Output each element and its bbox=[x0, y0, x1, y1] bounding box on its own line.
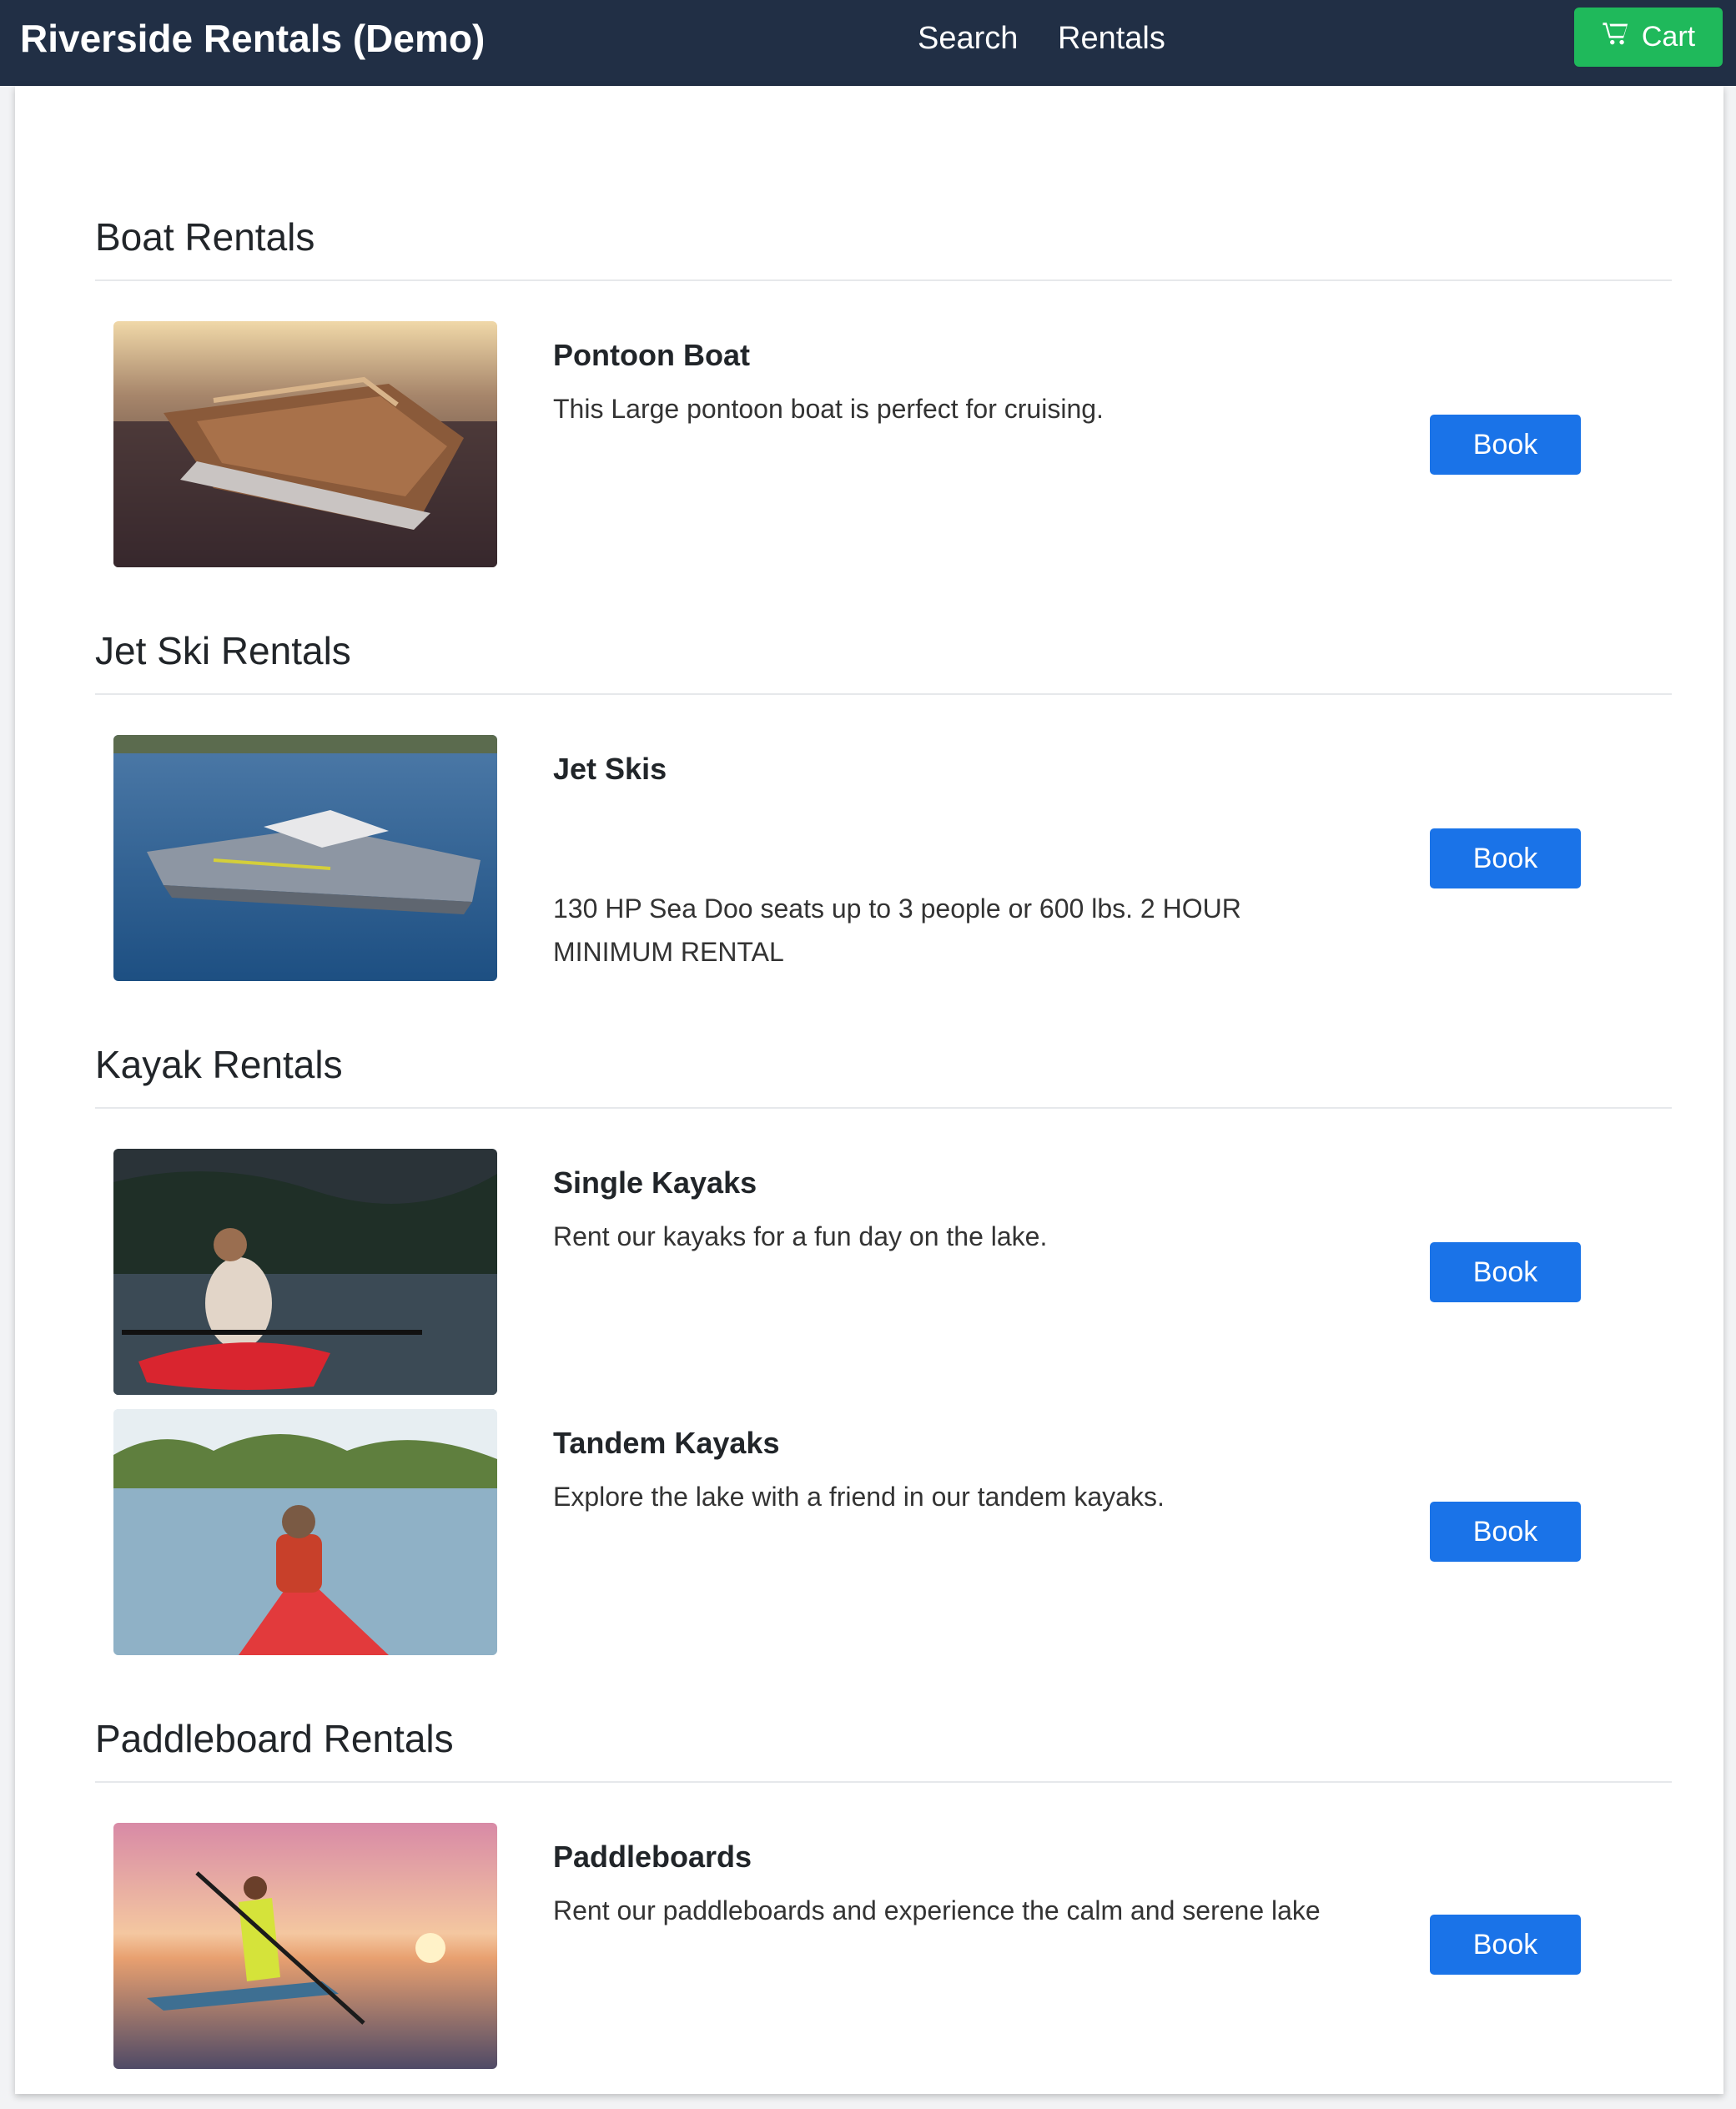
item-title-paddleboards: Paddleboards bbox=[553, 1840, 752, 1874]
item-title-tandem-kayaks: Tandem Kayaks bbox=[553, 1426, 780, 1460]
book-button-pontoon-boat[interactable]: Book bbox=[1430, 415, 1581, 475]
book-button-tandem-kayaks[interactable]: Book bbox=[1430, 1502, 1581, 1562]
rentals-list-card: Boat Rentals Pontoon Boat This Large pon… bbox=[15, 86, 1723, 2094]
section-title-paddleboard: Paddleboard Rentals bbox=[95, 1717, 454, 1760]
nav-link-search[interactable]: Search bbox=[918, 18, 1018, 59]
cart-label: Cart bbox=[1641, 21, 1696, 53]
navbar: Riverside Rentals (Demo) Search Rentals … bbox=[0, 0, 1736, 86]
single-kayak-photo bbox=[113, 1149, 497, 1395]
item-description-tandem-kayaks: Explore the lake with a friend in our ta… bbox=[553, 1482, 1165, 1512]
section-title-jet-ski: Jet Ski Rentals bbox=[95, 629, 351, 672]
book-button-paddleboards[interactable]: Book bbox=[1430, 1915, 1581, 1975]
nav-link-rentals[interactable]: Rentals bbox=[1058, 18, 1165, 59]
cart-button[interactable]: Cart bbox=[1574, 8, 1723, 67]
book-button-jet-skis[interactable]: Book bbox=[1430, 828, 1581, 888]
item-title-jet-skis: Jet Skis bbox=[553, 752, 667, 786]
item-title-pontoon-boat: Pontoon Boat bbox=[553, 338, 750, 372]
section-divider bbox=[95, 1107, 1672, 1109]
section-divider bbox=[95, 279, 1672, 281]
brand-title[interactable]: Riverside Rentals (Demo) bbox=[20, 15, 485, 62]
paddleboard-photo bbox=[113, 1823, 497, 2069]
jet-ski-photo bbox=[113, 735, 497, 981]
item-description-single-kayaks: Rent our kayaks for a fun day on the lak… bbox=[553, 1221, 1048, 1251]
tandem-kayak-photo bbox=[113, 1409, 497, 1655]
section-divider bbox=[95, 1781, 1672, 1783]
section-title-kayak: Kayak Rentals bbox=[95, 1043, 343, 1086]
pontoon-boat-photo bbox=[113, 321, 497, 567]
item-title-single-kayaks: Single Kayaks bbox=[553, 1165, 757, 1200]
book-button-single-kayaks[interactable]: Book bbox=[1430, 1242, 1581, 1302]
item-description-paddleboards: Rent our paddleboards and experience the… bbox=[553, 1895, 1321, 1925]
item-description-pontoon-boat: This Large pontoon boat is perfect for c… bbox=[553, 394, 1104, 424]
shopping-cart-icon bbox=[1602, 19, 1630, 55]
section-title-boat: Boat Rentals bbox=[95, 215, 315, 259]
item-description-jet-skis: 130 HP Sea Doo seats up to 3 people or 6… bbox=[553, 893, 1241, 967]
section-divider bbox=[95, 693, 1672, 695]
